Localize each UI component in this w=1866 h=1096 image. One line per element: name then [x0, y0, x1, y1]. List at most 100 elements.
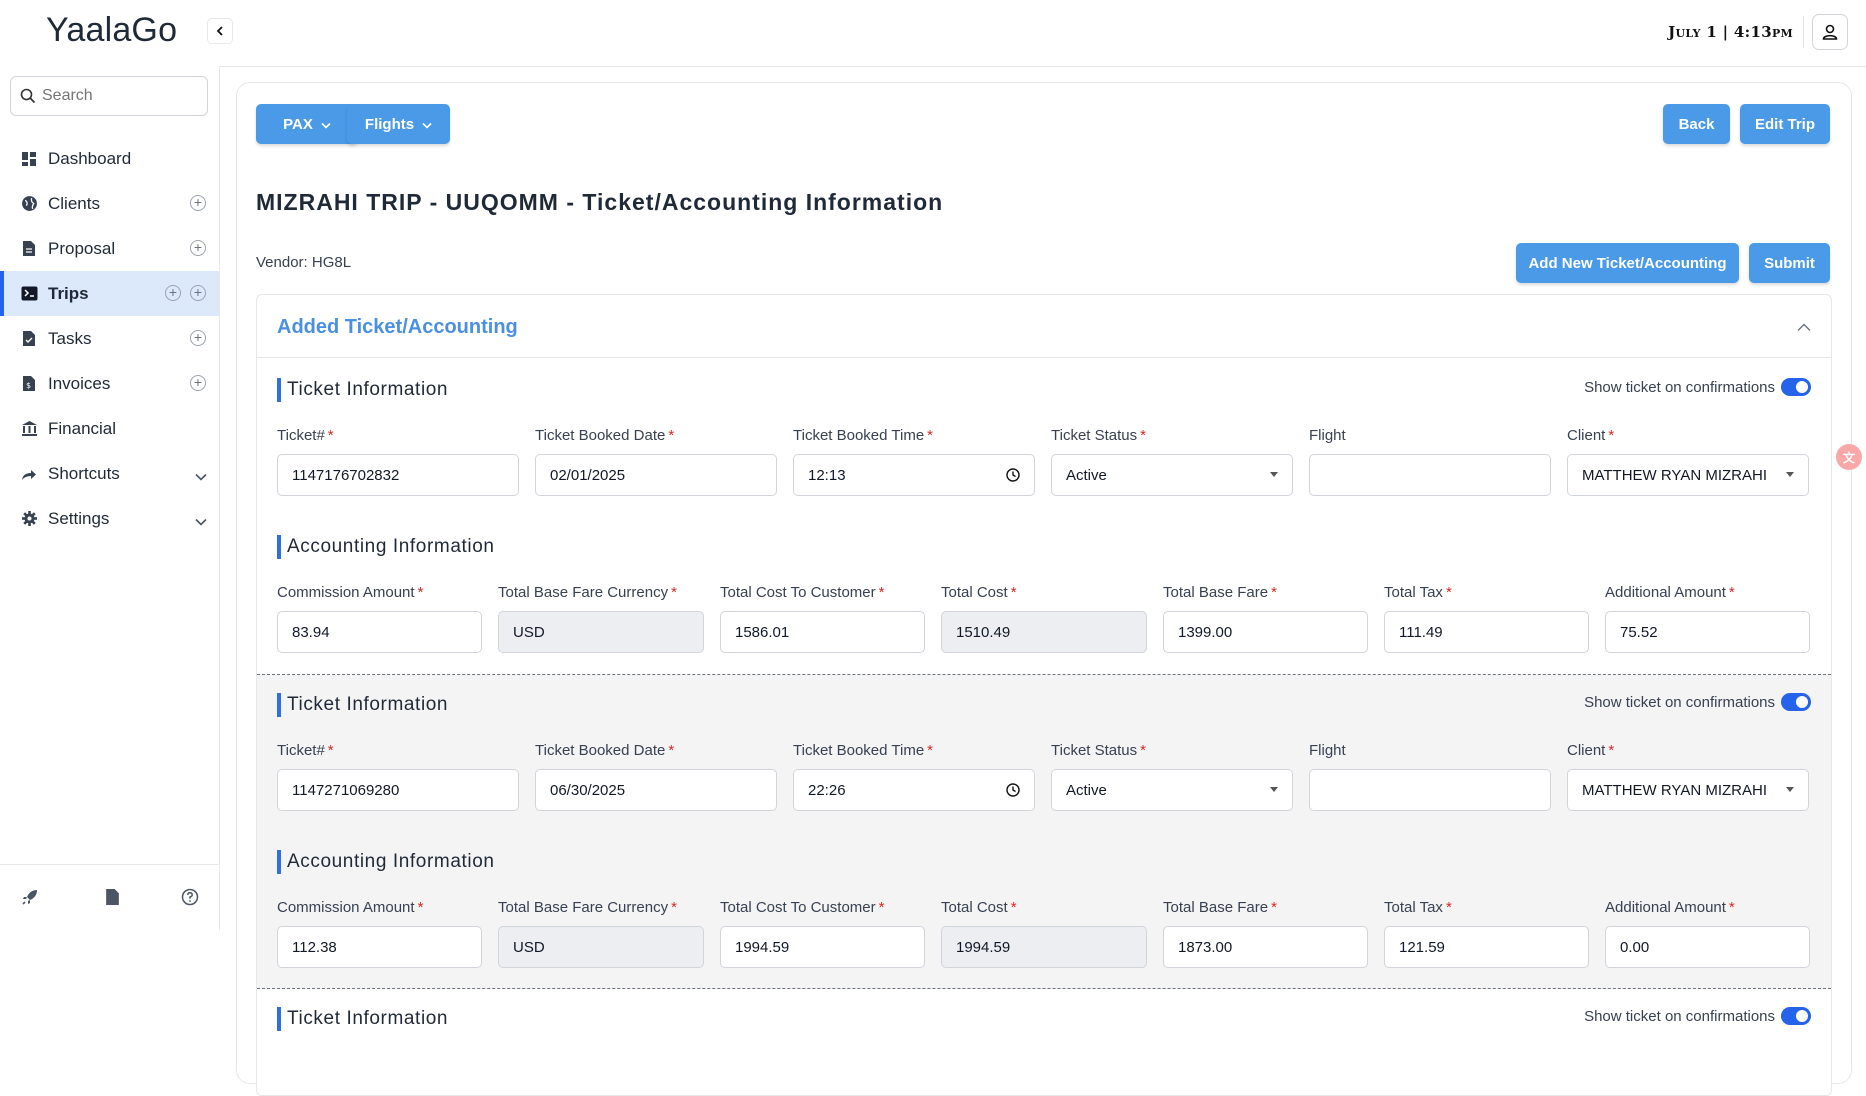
- required-marker: *: [1010, 584, 1017, 601]
- commission-input[interactable]: 83.94: [277, 611, 482, 653]
- search-input[interactable]: [40, 86, 204, 106]
- user-icon: [1822, 24, 1838, 40]
- submit-button[interactable]: Submit: [1749, 243, 1830, 283]
- flight-input[interactable]: [1309, 454, 1551, 496]
- add-task-button[interactable]: +: [190, 330, 206, 346]
- chevron-up-icon[interactable]: [1797, 319, 1811, 337]
- ticket-block: Ticket Information Show ticket on confir…: [257, 358, 1831, 675]
- booked-time-value: 22:26: [808, 781, 846, 799]
- sidebar-item-label: Financial: [48, 418, 117, 438]
- show-ticket-toggle[interactable]: [1781, 693, 1811, 711]
- ticket-status-select[interactable]: Active: [1051, 454, 1293, 496]
- total-cost-input: 1510.49: [941, 611, 1147, 653]
- add-invoice-button[interactable]: +: [190, 375, 206, 391]
- booked-time-input[interactable]: 22:26: [793, 769, 1035, 811]
- ticket-number-input[interactable]: 1147176702832: [277, 454, 519, 496]
- field-label: Total Base Fare Currency: [498, 584, 669, 601]
- field-label: Ticket#: [277, 427, 325, 444]
- show-ticket-label: Show ticket on confirmations: [1584, 693, 1775, 711]
- clock-icon[interactable]: [1006, 783, 1020, 801]
- total-tax-input[interactable]: 121.59: [1384, 926, 1589, 968]
- additional-amount-input[interactable]: 0.00: [1605, 926, 1810, 968]
- client-select[interactable]: MATTHEW RYAN MIZRAHI: [1567, 769, 1809, 811]
- required-marker: *: [327, 742, 334, 759]
- required-marker: *: [417, 584, 424, 601]
- flights-dropdown-button[interactable]: Flights: [347, 104, 450, 144]
- help-icon[interactable]: [180, 887, 200, 907]
- add-ticket-accounting-button[interactable]: Add New Ticket/Accounting: [1516, 243, 1739, 283]
- app-logo[interactable]: YaalaGo: [46, 11, 177, 50]
- field-label: Flight: [1309, 427, 1346, 444]
- edit-trip-button[interactable]: Edit Trip: [1740, 104, 1830, 144]
- page-title: MIZRAHI TRIP - UUQOMM - Ticket/Accountin…: [256, 189, 944, 215]
- client-value: MATTHEW RYAN MIZRAHI: [1582, 781, 1767, 799]
- sidebar-item-tasks[interactable]: Tasks +: [0, 316, 219, 361]
- add-trip-alt-button[interactable]: +: [190, 285, 206, 301]
- sidebar-item-shortcuts[interactable]: Shortcuts: [0, 451, 219, 496]
- flight-input[interactable]: [1309, 769, 1551, 811]
- field-label: Ticket Booked Time: [793, 742, 925, 759]
- collapse-sidebar-button[interactable]: [207, 18, 233, 44]
- document-icon[interactable]: [102, 887, 122, 907]
- show-ticket-toggle[interactable]: [1781, 1007, 1811, 1025]
- commission-input[interactable]: 112.38: [277, 926, 482, 968]
- commission-field: Commission Amount * 112.38: [277, 899, 482, 968]
- ticket-number-input[interactable]: 1147271069280: [277, 769, 519, 811]
- translate-widget-icon[interactable]: 文: [1836, 444, 1862, 470]
- add-trip-button[interactable]: +: [165, 285, 181, 301]
- sidebar-item-trips[interactable]: Trips + +: [0, 271, 219, 316]
- base-fare-input[interactable]: 1399.00: [1163, 611, 1368, 653]
- base-fare-input[interactable]: 1873.00: [1163, 926, 1368, 968]
- clock-icon[interactable]: [1006, 468, 1020, 486]
- cost-to-customer-input[interactable]: 1586.01: [720, 611, 925, 653]
- ticket-status-select[interactable]: Active: [1051, 769, 1293, 811]
- sidebar-item-label: Invoices: [48, 373, 111, 393]
- sidebar-item-label: Proposal: [48, 238, 116, 258]
- booked-date-input[interactable]: 02/01/2025: [535, 454, 777, 496]
- sidebar-item-invoices[interactable]: $ Invoices +: [0, 361, 219, 406]
- sidebar-item-label: Tasks: [48, 328, 92, 348]
- booked-date-field: Ticket Booked Date * 06/30/2025: [535, 742, 777, 811]
- additional-amount-input[interactable]: 75.52: [1605, 611, 1810, 653]
- field-label: Additional Amount: [1605, 899, 1726, 916]
- user-menu-button[interactable]: [1812, 14, 1848, 50]
- add-proposal-button[interactable]: +: [190, 240, 206, 256]
- back-button[interactable]: Back: [1663, 104, 1730, 144]
- show-ticket-toggle-row: Show ticket on confirmations: [1584, 1007, 1811, 1025]
- chevron-down-icon: [321, 116, 331, 133]
- sidebar-item-clients[interactable]: Clients +: [0, 181, 219, 226]
- sidebar-item-proposal[interactable]: Proposal +: [0, 226, 219, 271]
- commission-field: Commission Amount * 83.94: [277, 584, 482, 653]
- ticket-number-field: Ticket# * 1147176702832: [277, 427, 519, 496]
- sidebar-item-settings[interactable]: Settings: [0, 496, 219, 541]
- cost-to-customer-input[interactable]: 1994.59: [720, 926, 925, 968]
- sidebar-item-financial[interactable]: Financial: [0, 406, 219, 451]
- client-value: MATTHEW RYAN MIZRAHI: [1582, 466, 1767, 484]
- field-label: Total Base Fare Currency: [498, 899, 669, 916]
- sidebar-item-label: Dashboard: [48, 148, 132, 168]
- client-select[interactable]: MATTHEW RYAN MIZRAHI: [1567, 454, 1809, 496]
- bank-icon: [20, 420, 38, 438]
- required-marker: *: [668, 427, 675, 444]
- accordion-header[interactable]: Added Ticket/Accounting: [257, 295, 1831, 358]
- add-client-button[interactable]: +: [190, 195, 206, 211]
- sidebar-item-dashboard[interactable]: Dashboard: [0, 136, 219, 181]
- chevron-left-icon: [216, 26, 223, 36]
- pax-dropdown-button[interactable]: PAX: [256, 104, 358, 144]
- total-tax-input[interactable]: 111.49: [1384, 611, 1589, 653]
- field-label: Ticket Booked Date: [535, 427, 666, 444]
- cost-to-customer-field: Total Cost To Customer * 1994.59: [720, 899, 925, 968]
- required-marker: *: [927, 427, 934, 444]
- chevron-down-icon[interactable]: [195, 511, 207, 531]
- show-ticket-label: Show ticket on confirmations: [1584, 378, 1775, 396]
- show-ticket-toggle[interactable]: [1781, 378, 1811, 396]
- search-box[interactable]: [10, 76, 208, 116]
- rocket-icon[interactable]: [20, 887, 40, 907]
- field-label: Total Cost To Customer: [720, 584, 876, 601]
- base-fare-field: Total Base Fare * 1399.00: [1163, 584, 1368, 653]
- booked-date-input[interactable]: 06/30/2025: [535, 769, 777, 811]
- chevron-down-icon[interactable]: [195, 466, 207, 486]
- required-marker: *: [1445, 899, 1452, 916]
- booked-time-input[interactable]: 12:13: [793, 454, 1035, 496]
- dropdown-arrow-icon: [1786, 787, 1794, 792]
